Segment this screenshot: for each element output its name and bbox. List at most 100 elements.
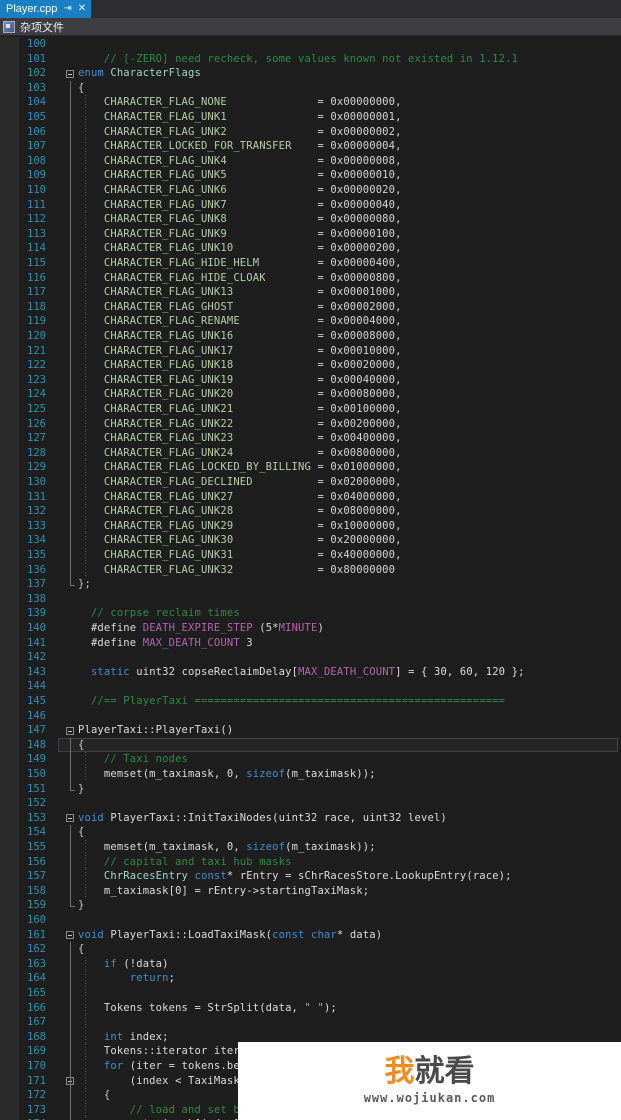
- code-line[interactable]: 112 CHARACTER_FLAG_UNK8 = 0x00000080,: [0, 212, 621, 227]
- code-token-op: }: [78, 899, 85, 912]
- code-editor[interactable]: 100 101 // [-ZERO] need recheck, some val…: [0, 37, 621, 1120]
- fold-toggle-icon[interactable]: [66, 69, 74, 78]
- code-line[interactable]: 159}: [0, 898, 621, 913]
- code-line[interactable]: 101 // [-ZERO] need recheck, some values…: [0, 52, 621, 67]
- code-line[interactable]: 158 m_taximask[0] = rEntry->startingTaxi…: [0, 883, 621, 899]
- code-line[interactable]: 130 CHARACTER_FLAG_DECLINED = 0x02000000…: [0, 475, 621, 490]
- code-line[interactable]: 148 {: [0, 737, 621, 753]
- code-line[interactable]: 115 CHARACTER_FLAG_HIDE_HELM = 0x0000040…: [0, 256, 621, 271]
- code-token-op: };: [78, 578, 91, 591]
- code-line[interactable]: 136 CHARACTER_FLAG_UNK32 = 0x80000000: [0, 562, 621, 578]
- code-line[interactable]: 123 CHARACTER_FLAG_UNK19 = 0x00040000,: [0, 372, 621, 388]
- block-structure-line: [70, 153, 71, 169]
- code-line[interactable]: 167: [0, 1015, 621, 1030]
- code-line[interactable]: 100: [0, 37, 621, 52]
- code-line[interactable]: 150 memset(m_taximask, 0, sizeof(m_taxim…: [0, 767, 621, 782]
- block-structure-line: [70, 299, 71, 315]
- code-token-ident: #define: [78, 622, 143, 634]
- code-line[interactable]: 162 {: [0, 942, 621, 957]
- fold-toggle-icon[interactable]: [66, 814, 74, 823]
- code-line[interactable]: 138: [0, 592, 621, 607]
- code-line-text: //== PlayerTaxi ========================…: [78, 694, 505, 709]
- code-line[interactable]: 135 CHARACTER_FLAG_UNK31 = 0x40000000,: [0, 548, 621, 563]
- code-line[interactable]: 104 CHARACTER_FLAG_NONE = 0x00000000,: [0, 95, 621, 110]
- code-line[interactable]: 118 CHARACTER_FLAG_GHOST = 0x00002000,: [0, 299, 621, 315]
- code-line[interactable]: 128 CHARACTER_FLAG_UNK24 = 0x00800000,: [0, 445, 621, 461]
- code-line[interactable]: 141 #define MAX_DEATH_COUNT 3: [0, 636, 621, 651]
- code-token-op: {: [78, 943, 85, 956]
- code-line[interactable]: 117 CHARACTER_FLAG_UNK13 = 0x00001000,: [0, 285, 621, 300]
- code-token-op: {: [78, 826, 85, 839]
- code-line[interactable]: 127 CHARACTER_FLAG_UNK23 = 0x00400000,: [0, 431, 621, 446]
- code-line[interactable]: 113 CHARACTER_FLAG_UNK9 = 0x00000100,: [0, 226, 621, 242]
- code-token-enumv: CHARACTER_FLAG_UNK27: [78, 490, 318, 503]
- code-line[interactable]: 131 CHARACTER_FLAG_UNK27 = 0x04000000,: [0, 489, 621, 505]
- code-line[interactable]: 103 {: [0, 80, 621, 96]
- code-line[interactable]: 137};: [0, 577, 621, 592]
- code-line[interactable]: 107 CHARACTER_LOCKED_FOR_TRANSFER = 0x00…: [0, 139, 621, 154]
- code-line[interactable]: 139 // corpse reclaim times: [0, 606, 621, 621]
- code-line[interactable]: 145 //== PlayerTaxi ====================…: [0, 694, 621, 709]
- code-line[interactable]: 153 void PlayerTaxi::InitTaxiNodes(uint32…: [0, 811, 621, 826]
- code-line[interactable]: 121 CHARACTER_FLAG_UNK17 = 0x00010000,: [0, 343, 621, 359]
- code-line[interactable]: 124 CHARACTER_FLAG_UNK20 = 0x00080000,: [0, 387, 621, 402]
- code-line[interactable]: 111 CHARACTER_FLAG_UNK7 = 0x00000040,: [0, 197, 621, 213]
- code-line[interactable]: 155 memset(m_taximask, 0, sizeof(m_taxim…: [0, 840, 621, 855]
- code-line[interactable]: 140 #define DEATH_EXPIRE_STEP (5*MINUTE): [0, 621, 621, 636]
- code-line[interactable]: 144: [0, 679, 621, 694]
- code-line[interactable]: 147 PlayerTaxi::PlayerTaxi(): [0, 723, 621, 738]
- code-token-ident: PlayerTaxi::LoadTaxiMask(: [103, 928, 273, 941]
- block-structure-line: [70, 840, 71, 855]
- code-line[interactable]: 110 CHARACTER_FLAG_UNK6 = 0x00000020,: [0, 183, 621, 198]
- code-token-ident: PlayerTaxi::PlayerTaxi(): [78, 724, 234, 737]
- code-line[interactable]: 149 // Taxi nodes: [0, 752, 621, 767]
- code-line[interactable]: 102 enum CharacterFlags: [0, 66, 621, 81]
- fold-toggle-icon[interactable]: [66, 930, 74, 939]
- code-line[interactable]: 157 ChrRacesEntry const* rEntry = sChrRa…: [0, 869, 621, 884]
- code-line[interactable]: 133 CHARACTER_FLAG_UNK29 = 0x10000000,: [0, 518, 621, 534]
- code-line[interactable]: 156 // capital and taxi hub masks: [0, 854, 621, 870]
- code-line[interactable]: 108 CHARACTER_FLAG_UNK4 = 0x00000008,: [0, 153, 621, 169]
- code-line[interactable]: 164 return;: [0, 971, 621, 986]
- code-line[interactable]: 151}: [0, 781, 621, 797]
- fold-toggle-icon[interactable]: [66, 726, 74, 735]
- code-line[interactable]: 109 CHARACTER_FLAG_UNK5 = 0x00000010,: [0, 168, 621, 183]
- block-structure-line: [70, 475, 71, 490]
- close-icon[interactable]: ✕: [78, 0, 86, 18]
- code-line[interactable]: 154 {: [0, 825, 621, 840]
- code-line[interactable]: 165: [0, 986, 621, 1001]
- line-number: 129: [27, 461, 46, 474]
- code-line[interactable]: 120 CHARACTER_FLAG_UNK16 = 0x00008000,: [0, 329, 621, 344]
- code-line-text: // corpse reclaim times: [78, 606, 240, 621]
- code-token-cmt: // corpse reclaim times: [90, 607, 240, 620]
- code-line[interactable]: 166 Tokens tokens = StrSplit(data, " ");: [0, 1000, 621, 1016]
- code-line[interactable]: 125 CHARACTER_FLAG_UNK21 = 0x00100000,: [0, 402, 621, 417]
- code-line[interactable]: 114 CHARACTER_FLAG_UNK10 = 0x00000200,: [0, 241, 621, 256]
- code-line[interactable]: 134 CHARACTER_FLAG_UNK30 = 0x20000000,: [0, 533, 621, 548]
- code-line[interactable]: 122 CHARACTER_FLAG_UNK18 = 0x00020000,: [0, 358, 621, 373]
- code-token-kw: sizeof: [246, 841, 286, 853]
- code-line[interactable]: 163 if (!data): [0, 956, 621, 972]
- code-line[interactable]: 105 CHARACTER_FLAG_UNK1 = 0x00000001,: [0, 110, 621, 125]
- code-surface[interactable]: 100 101 // [-ZERO] need recheck, some val…: [0, 37, 621, 1120]
- code-line[interactable]: 129 CHARACTER_FLAG_LOCKED_BY_BILLING = 0…: [0, 460, 621, 475]
- code-line[interactable]: 142: [0, 650, 621, 665]
- code-line-text: CHARACTER_FLAG_UNK7 = 0x00000040,: [78, 198, 402, 213]
- code-token-ident: m_taximask[0] = rEntry->startingTaxiMask…: [78, 884, 370, 897]
- code-token-num: = 0x00200000,: [317, 417, 402, 430]
- code-line[interactable]: 106 CHARACTER_FLAG_UNK2 = 0x00000002,: [0, 124, 621, 140]
- code-line-text: CHARACTER_FLAG_NONE = 0x00000000,: [78, 95, 402, 110]
- block-structure-line: [70, 460, 71, 475]
- code-line[interactable]: 119 CHARACTER_FLAG_RENAME = 0x00004000,: [0, 314, 621, 329]
- code-line[interactable]: 132 CHARACTER_FLAG_UNK28 = 0x08000000,: [0, 504, 621, 519]
- code-line[interactable]: 160: [0, 913, 621, 928]
- code-token-num: = 0x20000000,: [317, 534, 402, 547]
- code-line[interactable]: 152: [0, 796, 621, 811]
- tab-player-cpp[interactable]: Player.cpp ⇥ ✕: [0, 0, 92, 18]
- code-line[interactable]: 143 static uint32 copseReclaimDelay[MAX_…: [0, 665, 621, 680]
- code-line[interactable]: 161 void PlayerTaxi::LoadTaxiMask(const c…: [0, 928, 621, 943]
- code-line[interactable]: 146: [0, 709, 621, 724]
- pin-icon[interactable]: ⇥: [63, 0, 71, 18]
- code-line[interactable]: 116 CHARACTER_FLAG_HIDE_CLOAK = 0x000008…: [0, 270, 621, 286]
- code-line[interactable]: 126 CHARACTER_FLAG_UNK22 = 0x00200000,: [0, 416, 621, 432]
